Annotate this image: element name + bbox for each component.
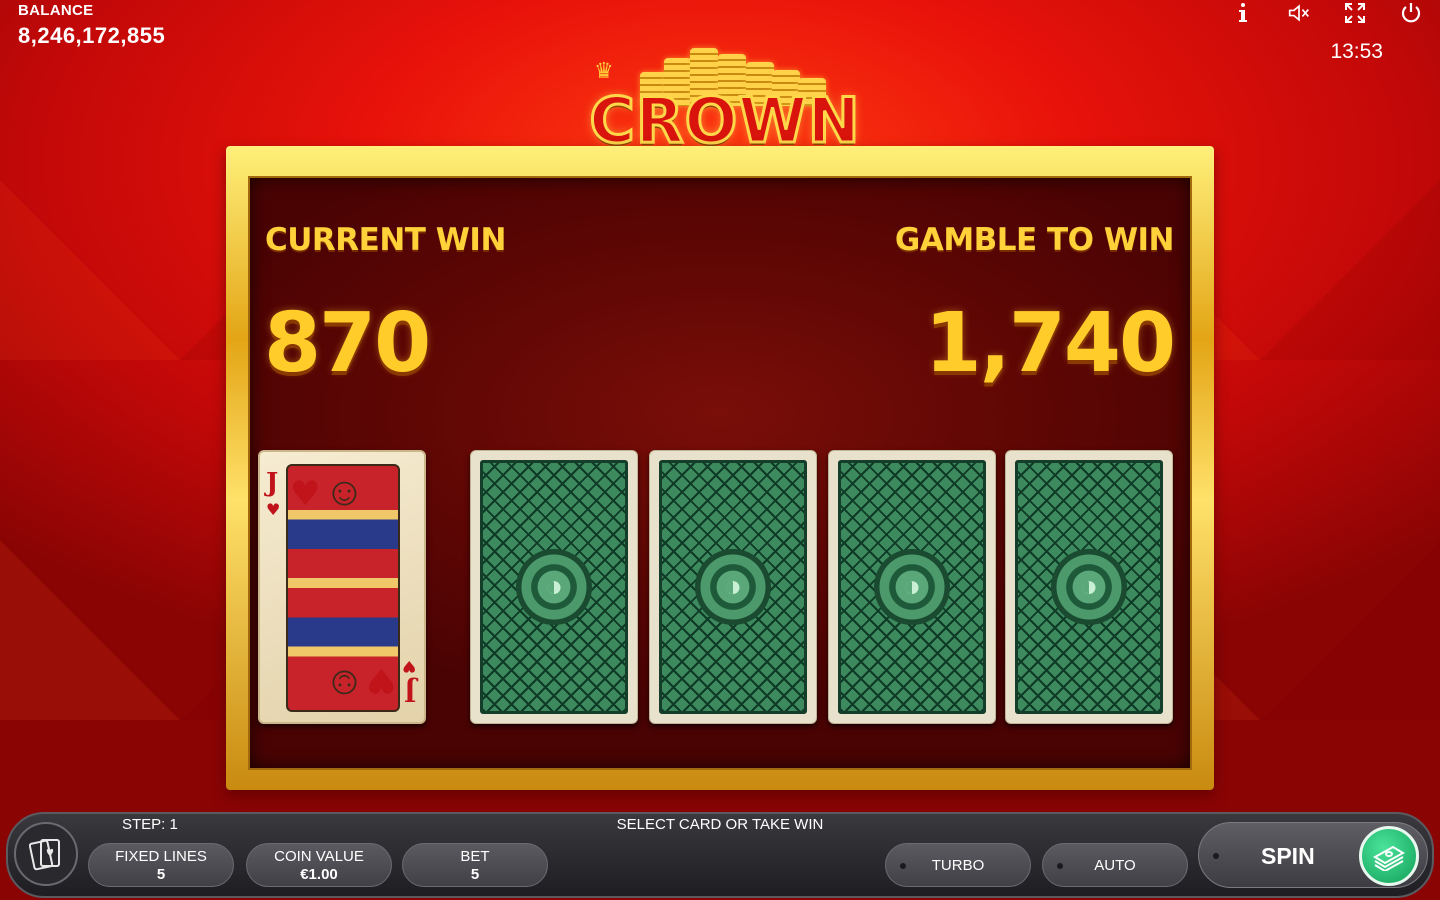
current-win-value: 870 (264, 296, 431, 391)
card-back-emblem-icon: ◑ (1051, 549, 1127, 625)
gamble-to-win-value: 1,740 (924, 296, 1176, 391)
turbo-toggle[interactable]: TURBO (885, 843, 1031, 887)
top-toolbar (1232, 2, 1422, 24)
bet-label: BET (460, 848, 490, 865)
money-stack-icon (1373, 845, 1405, 871)
clock: 13:53 (1330, 40, 1383, 63)
balance-display: BALANCE 8,246,172,855 (18, 2, 165, 49)
spin-label: SPIN (1261, 843, 1315, 869)
auto-label: AUTO (1094, 857, 1136, 874)
hidden-card-2[interactable]: ◑ (649, 450, 817, 724)
auto-toggle[interactable]: AUTO (1042, 843, 1188, 887)
cards-icon (29, 839, 60, 871)
turbo-label: TURBO (931, 857, 985, 874)
spin-button[interactable]: SPIN (1198, 822, 1428, 888)
card-back-emblem-icon: ◑ (516, 549, 592, 625)
card-back-emblem-icon: ◑ (874, 549, 950, 625)
coin-value-label: COIN VALUE (274, 848, 364, 865)
card-back-emblem-icon: ◑ (695, 549, 771, 625)
fixed-lines-value: 5 (156, 866, 166, 883)
balance-label: BALANCE (18, 2, 94, 19)
current-win-label: CURRENT WIN (265, 222, 506, 258)
toggle-indicator (1213, 853, 1219, 859)
jack-face-bottom: ☺ (324, 662, 365, 706)
balance-value: 8,246,172,855 (18, 23, 166, 48)
sound-muted-icon[interactable] (1288, 2, 1310, 24)
game-logo: ♛ CROWN COINS (480, 40, 970, 232)
bet-selector[interactable]: BET 5 (402, 843, 548, 887)
coin-value-value: €1.00 (300, 866, 338, 883)
gamble-cards-button[interactable] (14, 822, 78, 886)
fixed-lines-display: FIXED LINES 5 (88, 843, 234, 887)
coin-value-selector[interactable]: COIN VALUE €1.00 (246, 843, 392, 887)
hidden-card-1[interactable]: ◑ (470, 450, 638, 724)
hidden-card-3[interactable]: ◑ (828, 450, 996, 724)
heart-suit-icon-large-bottom: ♥ (365, 660, 396, 700)
jack-face-top: ☺ (324, 470, 365, 514)
take-win-button[interactable] (1359, 826, 1419, 886)
fullscreen-icon[interactable] (1344, 2, 1366, 24)
heart-suit-icon-large-top: ♥ (290, 474, 321, 514)
crown-icon: ♛ (594, 58, 614, 83)
heart-suit-icon-top: ♥ (266, 500, 281, 519)
toggle-indicator (900, 863, 906, 869)
info-icon[interactable] (1232, 2, 1254, 24)
card-rank-top: J (266, 468, 279, 498)
heart-suit-icon-bottom: ♥ (401, 657, 416, 676)
power-icon[interactable] (1400, 2, 1422, 24)
revealed-card-jack-of-hearts: ☺ ☺ J ♥ ♥ J ♥ ♥ (258, 450, 426, 724)
bet-value: 5 (470, 866, 480, 883)
hidden-card-4[interactable]: ◑ (1005, 450, 1173, 724)
card-rank-bottom: J (403, 676, 416, 706)
gamble-to-win-label: GAMBLE TO WIN (894, 222, 1175, 258)
toggle-indicator (1057, 863, 1063, 869)
fixed-lines-label: FIXED LINES (115, 848, 207, 865)
